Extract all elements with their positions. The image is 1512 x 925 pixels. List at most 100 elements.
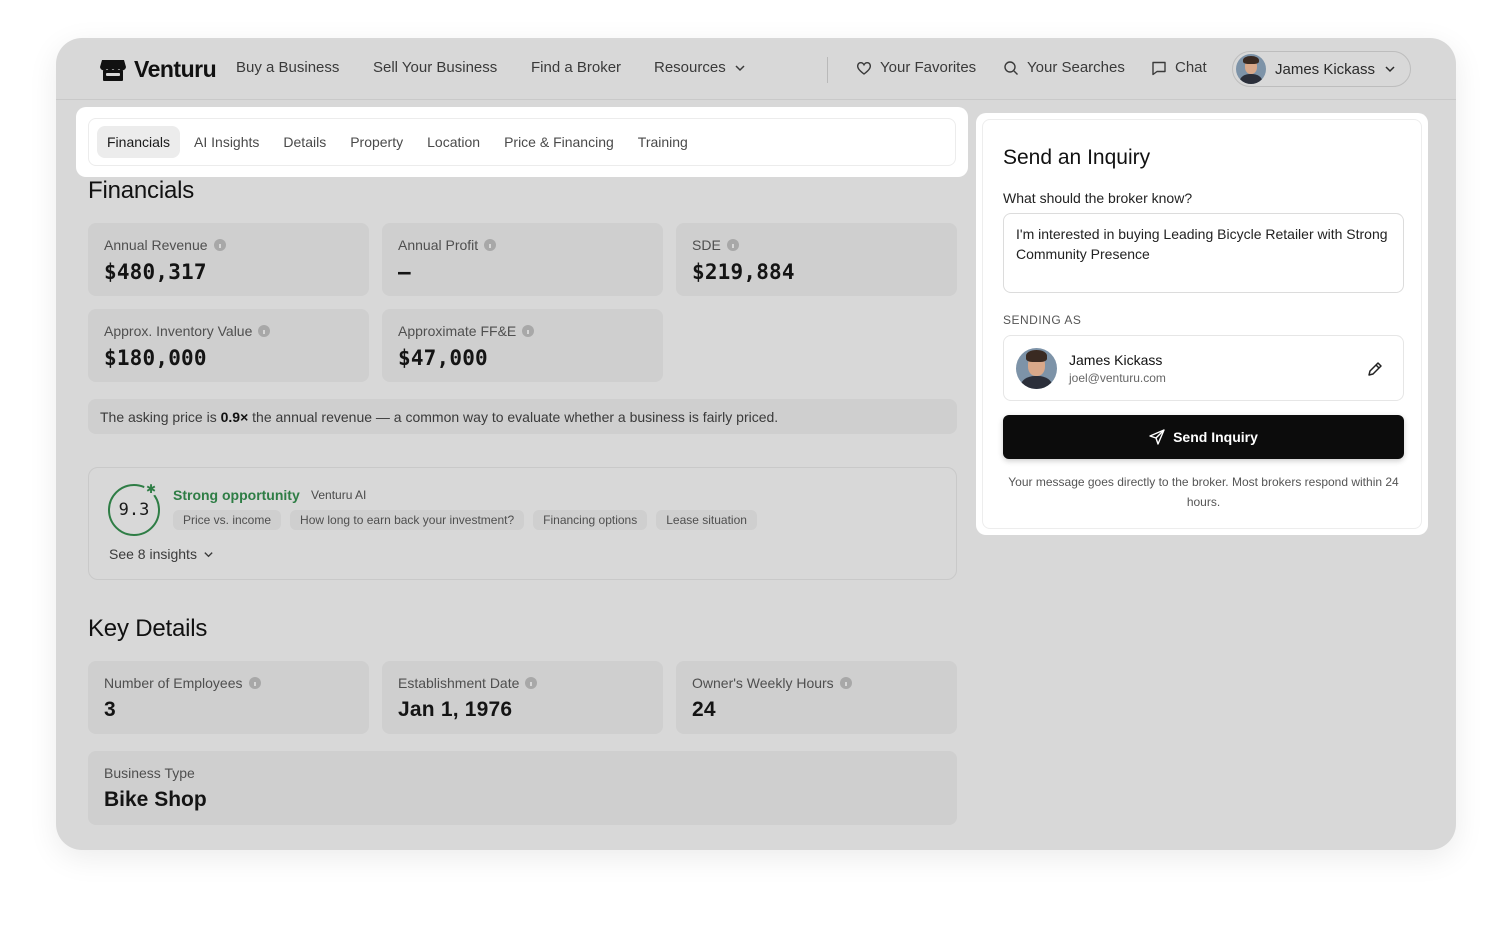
stat-ffe: Approximate FF&E $47,000 [382, 309, 663, 382]
nav-chat-label: Chat [1175, 59, 1207, 76]
nav-resources[interactable]: Resources [654, 59, 746, 76]
chat-icon [1152, 61, 1166, 75]
stat-label: SDE [692, 237, 721, 253]
inquiry-form: Send an Inquiry What should the broker k… [982, 119, 1422, 529]
user-menu[interactable]: James Kickass [1232, 51, 1411, 87]
nav-resources-label: Resources [654, 59, 726, 76]
send-inquiry-button[interactable]: Send Inquiry [1003, 415, 1404, 459]
app-window: Venturu Buy a Business Sell Your Busines… [56, 38, 1456, 850]
tab-property[interactable]: Property [340, 126, 413, 158]
stat-sde: SDE $219,884 [676, 223, 957, 296]
nav-find-broker[interactable]: Find a Broker [531, 59, 621, 76]
info-icon[interactable] [258, 325, 271, 337]
avatar [1016, 348, 1057, 389]
info-icon[interactable] [484, 239, 497, 251]
search-icon [1004, 60, 1018, 75]
section-tabs: Financials AI Insights Details Property … [88, 118, 956, 166]
stat-employees: Number of Employees 3 [88, 661, 369, 734]
sender-email: joel@venturu.com [1069, 371, 1166, 385]
tab-financials[interactable]: Financials [97, 126, 181, 158]
info-icon[interactable] [525, 677, 538, 689]
tab-ai-insights[interactable]: AI Insights [184, 126, 269, 158]
see-insights-label: See 8 insights [109, 546, 197, 562]
business-type-label: Business Type [104, 765, 195, 781]
nav-favorites[interactable]: Your Favorites [856, 59, 976, 76]
top-nav: Venturu Buy a Business Sell Your Busines… [56, 38, 1456, 100]
stat-establishment-date: Establishment Date Jan 1, 1976 [382, 661, 663, 734]
storefront-icon [100, 59, 126, 81]
tab-price-financing[interactable]: Price & Financing [494, 126, 624, 158]
chevron-down-icon [1385, 66, 1395, 73]
stat-annual-revenue: Annual Revenue $480,317 [88, 223, 369, 296]
info-icon[interactable] [839, 677, 852, 689]
nav-chat[interactable]: Chat [1151, 59, 1207, 76]
sender-card: James Kickass joel@venturu.com [1003, 335, 1404, 401]
chevron-down-icon [735, 64, 745, 71]
stat-value: $480,317 [104, 260, 207, 284]
info-icon[interactable] [248, 677, 261, 689]
ai-chip[interactable]: Financing options [533, 510, 648, 530]
stat-value: Jan 1, 1976 [398, 698, 513, 721]
stat-annual-profit: Annual Profit — [382, 223, 663, 296]
stat-label: Approx. Inventory Value [104, 323, 253, 339]
stat-value: 24 [692, 698, 716, 721]
brand-logo[interactable]: Venturu [100, 56, 217, 83]
info-icon[interactable] [213, 239, 226, 251]
avatar [1236, 54, 1266, 84]
stat-value: $219,884 [692, 260, 795, 284]
inquiry-question-label: What should the broker know? [1003, 190, 1193, 206]
stat-label: Establishment Date [398, 675, 520, 691]
nav-divider [827, 57, 828, 83]
send-inquiry-label: Send Inquiry [1173, 429, 1258, 445]
section-tabs-card: Financials AI Insights Details Property … [76, 107, 968, 177]
ai-source: Venturu AI [311, 488, 367, 502]
info-icon[interactable] [522, 325, 535, 337]
financials-heading: Financials [88, 177, 195, 204]
stat-weekly-hours: Owner's Weekly Hours 24 [676, 661, 957, 734]
pencil-icon[interactable] [1365, 359, 1385, 379]
ai-chip[interactable]: Lease situation [656, 510, 757, 530]
note-prefix: The asking price is [100, 409, 217, 425]
stat-value: $180,000 [104, 346, 207, 370]
brand-name: Venturu [134, 56, 217, 82]
stat-label: Owner's Weekly Hours [692, 675, 834, 691]
tab-details[interactable]: Details [273, 126, 336, 158]
nav-searches-label: Your Searches [1027, 59, 1125, 76]
stat-value: — [398, 260, 411, 284]
ai-chip[interactable]: Price vs. income [173, 510, 282, 530]
ai-chip[interactable]: How long to earn back your investment? [290, 510, 525, 530]
nav-buy-business[interactable]: Buy a Business [236, 59, 339, 76]
chevron-down-icon [204, 551, 213, 557]
note-ratio: 0.9× [220, 409, 249, 425]
stat-label: Number of Employees [104, 675, 243, 691]
business-type-value: Bike Shop [104, 788, 207, 811]
info-icon[interactable] [726, 239, 739, 251]
tab-location[interactable]: Location [417, 126, 490, 158]
ai-insights-card: 9.3 ✱ Strong opportunity Venturu AI Pric… [88, 467, 957, 580]
nav-favorites-label: Your Favorites [880, 59, 977, 76]
business-type-card: Business Type Bike Shop [88, 751, 957, 825]
price-ratio-note: The asking price is 0.9× the annual reve… [88, 399, 957, 434]
sending-as-label: SENDING AS [1003, 313, 1082, 327]
ai-chip-list: Price vs. income How long to earn back y… [173, 510, 757, 530]
tab-training[interactable]: Training [628, 126, 698, 158]
stat-value: 3 [104, 698, 116, 721]
nav-sell-business[interactable]: Sell Your Business [373, 59, 497, 76]
ai-verdict: Strong opportunity [173, 487, 300, 503]
inquiry-title: Send an Inquiry [1003, 146, 1151, 169]
inquiry-footer-note: Your message goes directly to the broker… [1008, 475, 1399, 509]
stat-value: $47,000 [398, 346, 488, 370]
nav-searches[interactable]: Your Searches [1003, 59, 1125, 76]
sparkle-icon: ✱ [144, 482, 158, 496]
inquiry-message-input[interactable]: I'm interested in buying Leading Bicycle… [1003, 213, 1404, 293]
send-icon [1149, 429, 1165, 445]
key-details-heading: Key Details [88, 615, 208, 642]
stat-label: Annual Revenue [104, 237, 208, 253]
stat-inventory-value: Approx. Inventory Value $180,000 [88, 309, 369, 382]
user-name: James Kickass [1275, 60, 1376, 78]
stat-label: Approximate FF&E [398, 323, 517, 339]
heart-icon [856, 61, 872, 75]
note-suffix: the annual revenue — a common way to eva… [252, 409, 779, 425]
see-insights-toggle[interactable]: See 8 insights [109, 546, 214, 562]
stat-label: Annual Profit [398, 237, 479, 253]
